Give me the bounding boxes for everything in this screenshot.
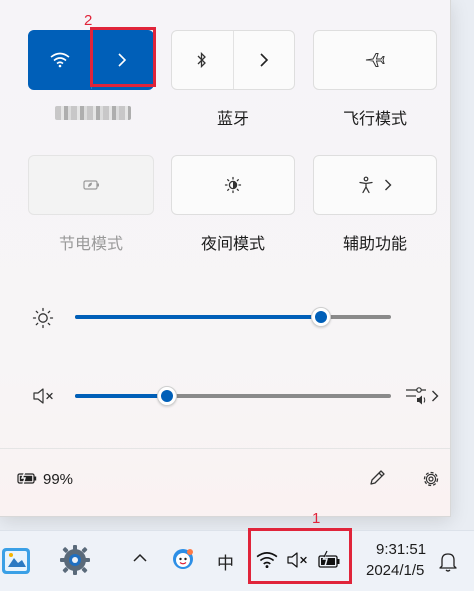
night-light-icon: [224, 176, 242, 194]
bluetooth-toggle-button[interactable]: [172, 31, 233, 89]
accessibility-label: 辅助功能: [342, 236, 407, 253]
taskbar-clock-date[interactable]: 2024/1/5: [366, 562, 424, 579]
notifications-button[interactable]: [438, 551, 458, 573]
volume-slider[interactable]: [75, 385, 391, 407]
audio-output-icon: [404, 385, 428, 407]
brightness-slider-thumb[interactable]: [311, 307, 331, 327]
battery-saver-label: 节电模式: [58, 236, 123, 253]
battery-percent: 99%: [43, 471, 74, 488]
volume-slider-thumb[interactable]: [157, 386, 177, 406]
brightness-slider[interactable]: [75, 306, 391, 328]
wifi-icon: [50, 52, 70, 68]
tray-app-button[interactable]: [171, 547, 195, 571]
battery-saver-tile[interactable]: [28, 155, 154, 215]
annotation-box-2: [90, 27, 156, 87]
night-light-label: 夜间模式: [200, 236, 265, 253]
footer-separator: [0, 448, 450, 449]
airplane-mode-label: 飞行模式: [342, 111, 407, 128]
accessibility-icon: [358, 176, 374, 194]
annotation-marker-2: 2: [84, 12, 93, 29]
volume-slider-fill: [75, 394, 167, 398]
bell-icon: [438, 551, 458, 573]
show-hidden-icons-button[interactable]: [133, 553, 147, 563]
bluetooth-label: 蓝牙: [216, 111, 249, 128]
brightness-icon: [32, 307, 54, 329]
brightness-slider-fill: [75, 315, 321, 319]
annotation-marker-1: 1: [312, 510, 321, 527]
accessibility-tile[interactable]: [313, 155, 437, 215]
gear-icon: [58, 543, 92, 577]
cartoon-app-icon: [171, 547, 195, 571]
bluetooth-icon: [196, 52, 208, 68]
chevron-right-icon: [384, 179, 392, 191]
settings-button[interactable]: [421, 469, 441, 489]
chevron-right-icon: [431, 390, 439, 402]
pencil-icon: [367, 468, 387, 488]
bluetooth-devices-button[interactable]: [233, 31, 294, 89]
night-light-tile[interactable]: [171, 155, 295, 215]
airplane-mode-tile[interactable]: [313, 30, 437, 90]
volume-muted-icon: [32, 387, 56, 405]
input-method-indicator[interactable]: 中: [217, 549, 234, 574]
settings-app-button[interactable]: [58, 543, 92, 577]
gear-icon: [421, 469, 441, 489]
quick-settings-panel: 蓝牙 飞行模式 节电模式 夜间模式 辅助功能 99%: [0, 0, 451, 517]
annotation-box-1: [248, 528, 352, 584]
audio-output-button[interactable]: [404, 385, 439, 407]
edit-quick-settings-button[interactable]: [367, 468, 387, 488]
bluetooth-tile: [171, 30, 295, 90]
widgets-icon: [0, 545, 34, 577]
wifi-toggle-button[interactable]: [29, 31, 91, 89]
chevron-right-icon: [259, 53, 269, 67]
battery-saver-icon: [81, 178, 101, 192]
taskbar: 中 9:31:51 2024/1/5: [0, 530, 474, 591]
widgets-button[interactable]: [0, 545, 34, 577]
taskbar-clock-time[interactable]: 9:31:51: [376, 541, 426, 558]
battery-icon: [16, 470, 38, 486]
chevron-up-icon: [133, 553, 147, 563]
wifi-network-name-blurred: [55, 106, 131, 120]
airplane-icon: [365, 52, 385, 68]
